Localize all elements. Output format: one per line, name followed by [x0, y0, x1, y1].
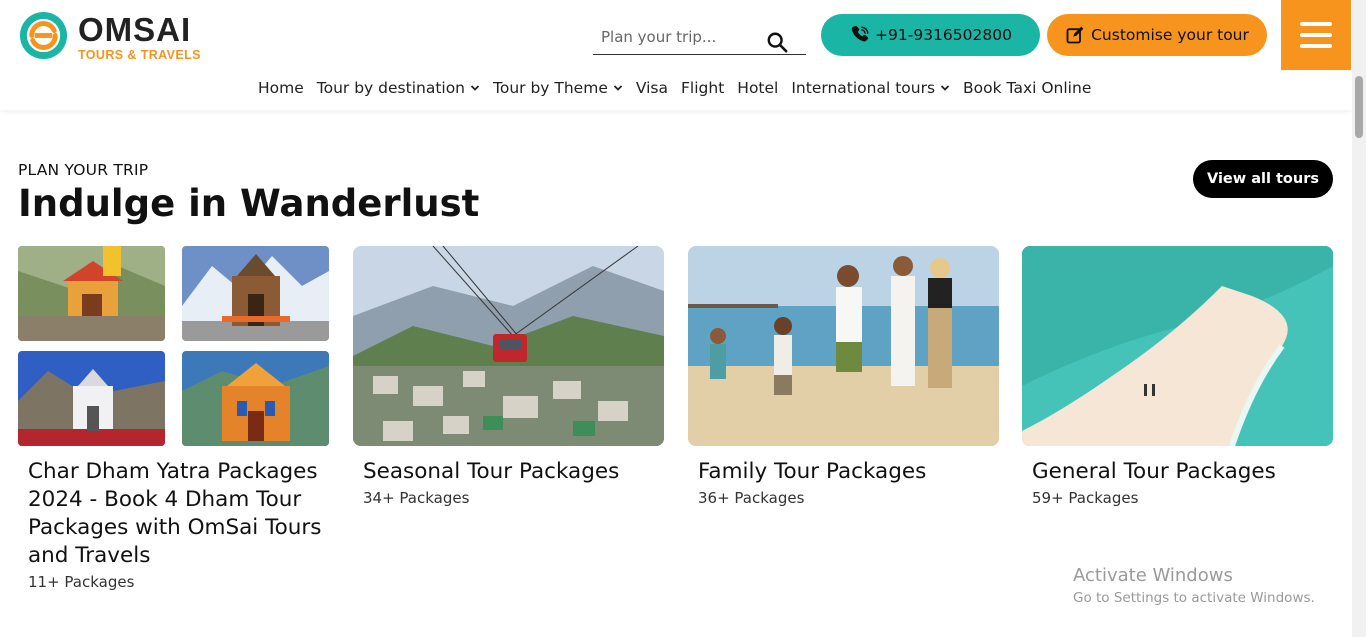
hamburger-menu-button[interactable]	[1281, 0, 1351, 70]
tour-card-seasonal[interactable]: Seasonal Tour Packages 34+ Packages	[353, 246, 664, 507]
page-scrollbar[interactable]	[1352, 0, 1366, 637]
scrollbar-thumb[interactable]	[1355, 76, 1363, 138]
view-all-tours-button[interactable]: View all tours	[1193, 160, 1333, 198]
activate-windows-watermark: Activate Windows	[1073, 565, 1233, 586]
logo-name: OMSAI	[78, 11, 192, 48]
hamburger-icon-bar	[1300, 44, 1332, 48]
tour-card-char-dham[interactable]: Char Dham Yatra Packages 2024 - Book 4 D…	[18, 246, 329, 591]
card-title[interactable]: Char Dham Yatra Packages 2024 - Book 4 D…	[18, 458, 329, 570]
phone-button[interactable]: +91-9316502800	[821, 14, 1040, 56]
nav-item-hotel[interactable]: Hotel	[737, 79, 778, 97]
card-package-count: 11+ Packages	[28, 573, 135, 591]
nav-item-tour-by-theme[interactable]: Tour by Theme	[493, 79, 623, 97]
general-tour-image	[1022, 246, 1333, 446]
char-dham-image-grid	[18, 246, 329, 446]
phone-number: +91-9316502800	[875, 26, 1012, 44]
hamburger-icon-bar	[1300, 33, 1332, 37]
seasonal-tour-image	[353, 246, 664, 446]
card-title[interactable]: General Tour Packages	[1022, 458, 1333, 486]
phone-icon	[851, 25, 869, 42]
family-tour-image	[688, 246, 999, 446]
temple-image	[18, 351, 165, 446]
card-package-count: 34+ Packages	[363, 489, 470, 507]
card-title[interactable]: Family Tour Packages	[688, 458, 999, 486]
nav-item-flight[interactable]: Flight	[681, 79, 724, 97]
nav-item-visa[interactable]: Visa	[636, 79, 668, 97]
temple-image	[182, 246, 329, 341]
card-package-count: 36+ Packages	[698, 489, 805, 507]
logo-tagline: TOURS & TRAVELS	[78, 48, 201, 62]
logo[interactable]: OMSAI TOURS & TRAVELS	[18, 10, 208, 62]
logo-icon	[19, 11, 68, 60]
customise-tour-button[interactable]: Customise your tour	[1047, 14, 1267, 56]
chevron-down-icon	[940, 85, 950, 91]
customise-tour-label: Customise your tour	[1091, 26, 1249, 44]
chevron-down-icon	[470, 85, 480, 91]
chevron-down-icon	[613, 85, 622, 91]
card-title[interactable]: Seasonal Tour Packages	[353, 458, 664, 486]
temple-image	[18, 246, 165, 341]
activate-windows-subtext: Go to Settings to activate Windows.	[1073, 590, 1315, 606]
edit-icon	[1066, 26, 1084, 44]
tour-card-family[interactable]: Family Tour Packages 36+ Packages	[688, 246, 999, 507]
search-input[interactable]	[593, 22, 763, 52]
temple-image	[182, 351, 329, 446]
site-header: OMSAI TOURS & TRAVELS +91-9316502800 Cus…	[0, 0, 1352, 110]
section-kicker: PLAN YOUR TRIP	[18, 161, 149, 179]
card-package-count: 59+ Packages	[1032, 489, 1139, 507]
search-box	[593, 22, 806, 55]
main-nav: Home Tour by destination Tour by Theme V…	[258, 76, 1104, 100]
nav-item-international-tours[interactable]: International tours	[791, 79, 950, 97]
section-title: Indulge in Wanderlust	[18, 182, 480, 225]
tour-card-general[interactable]: General Tour Packages 59+ Packages	[1022, 246, 1333, 507]
search-icon[interactable]	[766, 31, 788, 53]
nav-item-home[interactable]: Home	[258, 79, 304, 97]
nav-item-tour-by-destination[interactable]: Tour by destination	[317, 79, 480, 97]
hamburger-icon-bar	[1300, 22, 1332, 26]
nav-item-book-taxi-online[interactable]: Book Taxi Online	[963, 79, 1091, 97]
